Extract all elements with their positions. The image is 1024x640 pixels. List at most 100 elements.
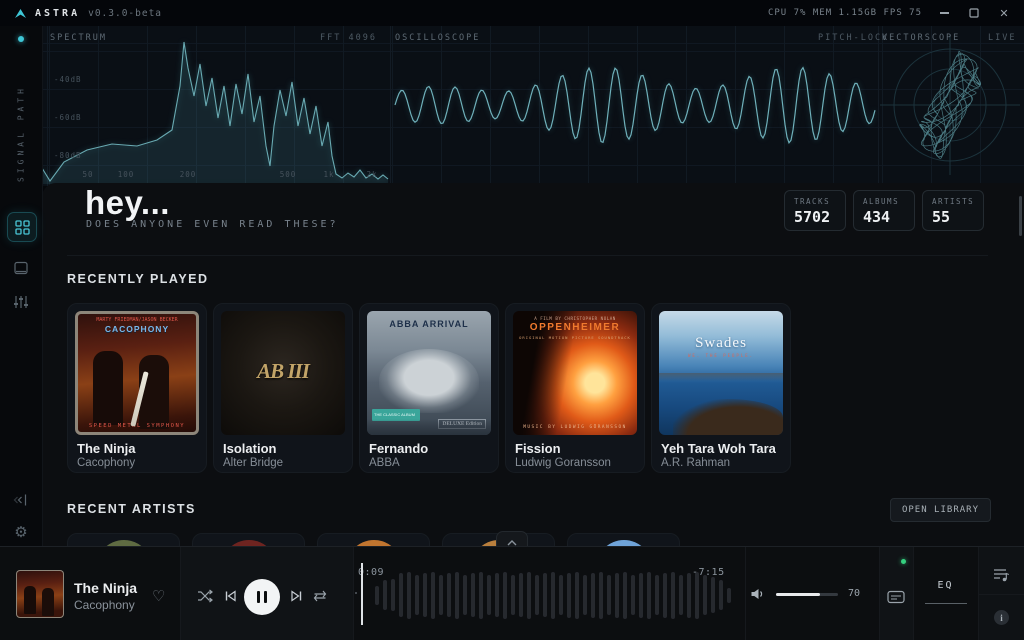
waveform-bar <box>519 573 523 617</box>
waveform-bar <box>655 575 659 615</box>
waveform-bar <box>567 573 571 618</box>
artist-card[interactable] <box>567 533 680 546</box>
cover-text: SPEED METAL SYMPHONY <box>75 423 199 429</box>
section-divider <box>67 255 988 256</box>
sidebar-item-mixer[interactable] <box>7 288 35 316</box>
mute-button[interactable] <box>750 587 766 601</box>
shuffle-button[interactable] <box>197 588 213 604</box>
artist-card[interactable] <box>317 533 430 546</box>
scrollbar-thumb[interactable] <box>1019 196 1022 236</box>
album-card[interactable]: ABBA ARRIVAL THE CLASSIC ALBUM DELUXE Ed… <box>359 303 499 473</box>
waveform-bar <box>535 575 539 615</box>
previous-track-button[interactable] <box>222 588 238 604</box>
cover-text: A FILM BY CHRISTOPHER NOLAN <box>513 316 637 321</box>
status-dot <box>18 36 24 42</box>
repeat-button[interactable] <box>312 588 328 604</box>
minimize-icon <box>940 12 949 14</box>
artist-card[interactable] <box>67 533 180 546</box>
stat-card-artists: ARTISTS 55 <box>922 190 984 231</box>
info-button[interactable]: i <box>994 610 1009 625</box>
waveform-bar <box>391 579 395 611</box>
freq-axis-label: 100 <box>118 170 135 179</box>
volume-slider[interactable] <box>776 593 838 596</box>
lyrics-button[interactable] <box>887 590 905 604</box>
waveform-bar <box>375 586 379 605</box>
system-stats: CPU 7% MEM 1.15GB FPS 75 <box>768 8 922 18</box>
favorite-button[interactable]: ♡ <box>152 587 165 605</box>
stat-value: 434 <box>863 208 914 226</box>
waveform-bar <box>487 575 491 615</box>
waveform-bar <box>471 573 475 617</box>
now-playing-title: The Ninja <box>74 580 137 596</box>
album-title: Fernando <box>369 441 428 456</box>
freq-axis-label: 2k <box>366 170 377 179</box>
now-playing-artwork[interactable] <box>16 570 64 618</box>
cover-text: DELUXE Edition <box>438 419 486 429</box>
panel-divider <box>878 26 879 186</box>
pause-button[interactable] <box>244 579 280 615</box>
volume-value: 70 <box>848 588 860 599</box>
grid-icon <box>15 220 30 235</box>
sidebar-item-settings[interactable]: ⚙ <box>7 518 35 546</box>
waveform-bar <box>679 575 683 615</box>
waveform-bar <box>463 575 467 615</box>
now-playing-artist: Cacophony <box>74 598 135 612</box>
album-card[interactable]: A FILM BY CHRISTOPHER NOLAN OPPENHEIMER … <box>505 303 645 473</box>
queue-button[interactable] <box>993 567 1010 583</box>
open-library-button[interactable]: OPEN LIBRARY <box>890 498 991 522</box>
waveform-bar <box>671 572 675 619</box>
playhead[interactable] <box>361 563 363 625</box>
album-title: The Ninja <box>77 441 136 456</box>
app-logo-icon <box>14 7 27 20</box>
sidebar-item-collapse[interactable] <box>7 486 35 514</box>
db-axis-label: -60dB <box>54 113 82 122</box>
cover-text: WE. THE PEOPLE. <box>659 353 783 358</box>
waveform-bar <box>423 573 427 617</box>
waveform-bar <box>639 573 643 618</box>
waveform-seekbar[interactable] <box>375 566 737 624</box>
cover-text: ORIGINAL MOTION PICTURE SOUNDTRACK <box>513 335 637 340</box>
stat-label: ARTISTS <box>932 197 983 206</box>
maximize-button[interactable] <box>966 5 982 21</box>
waveform-bar <box>431 572 435 619</box>
waveform-bar <box>719 580 723 610</box>
album-card[interactable]: Swades WE. THE PEOPLE. Yeh Tara Woh Tara… <box>651 303 791 473</box>
waveform-bar <box>415 575 419 615</box>
sidebar-item-library[interactable] <box>7 254 35 282</box>
waveform-bar <box>503 572 507 619</box>
sliders-icon <box>13 294 29 310</box>
close-icon: ✕ <box>999 7 1008 20</box>
db-axis-label: -40dB <box>54 75 82 84</box>
collapse-panel-icon <box>13 492 29 508</box>
freq-axis-label: 50 <box>82 170 93 179</box>
album-card[interactable]: MARTY FRIEDMAN/JASON BECKER CACOPHONY SP… <box>67 303 207 473</box>
greeting-title: hey... <box>85 184 170 222</box>
freq-axis-label: 500 <box>280 170 297 179</box>
player-divider <box>879 547 880 640</box>
waveform-bar <box>399 573 403 617</box>
player-divider <box>978 594 1024 595</box>
eq-panel-button[interactable]: EQ <box>913 580 978 591</box>
minimize-button[interactable] <box>936 5 952 21</box>
waveform-bar <box>695 572 699 619</box>
player-bar: The Ninja Cacophony ♡ 0:09 -7:15 70 EQ <box>0 546 1024 640</box>
close-button[interactable]: ✕ <box>996 5 1012 21</box>
waveform-bar <box>663 573 667 618</box>
waveform-bar <box>495 573 499 617</box>
stat-label: TRACKS <box>794 197 845 206</box>
greeting-subtitle: DOES ANYONE EVEN READ THESE? <box>86 219 339 230</box>
freq-axis-label: 200 <box>180 170 197 179</box>
waveform-bar <box>615 573 619 618</box>
fft-size-badge[interactable]: FFT 4096 <box>320 33 377 43</box>
waveform-bar <box>511 575 515 615</box>
pitch-lock-badge[interactable]: PITCH-LOCK <box>818 33 889 43</box>
waveform-bar <box>599 572 603 619</box>
artist-card[interactable] <box>192 533 305 546</box>
album-cover: Swades WE. THE PEOPLE. <box>659 311 783 435</box>
pause-icon <box>264 591 267 603</box>
next-track-button[interactable] <box>289 588 305 604</box>
next-icon <box>290 589 304 603</box>
album-cover: AB III <box>221 311 345 435</box>
sidebar-item-home[interactable] <box>7 212 37 242</box>
album-card[interactable]: AB III Isolation Alter Bridge <box>213 303 353 473</box>
